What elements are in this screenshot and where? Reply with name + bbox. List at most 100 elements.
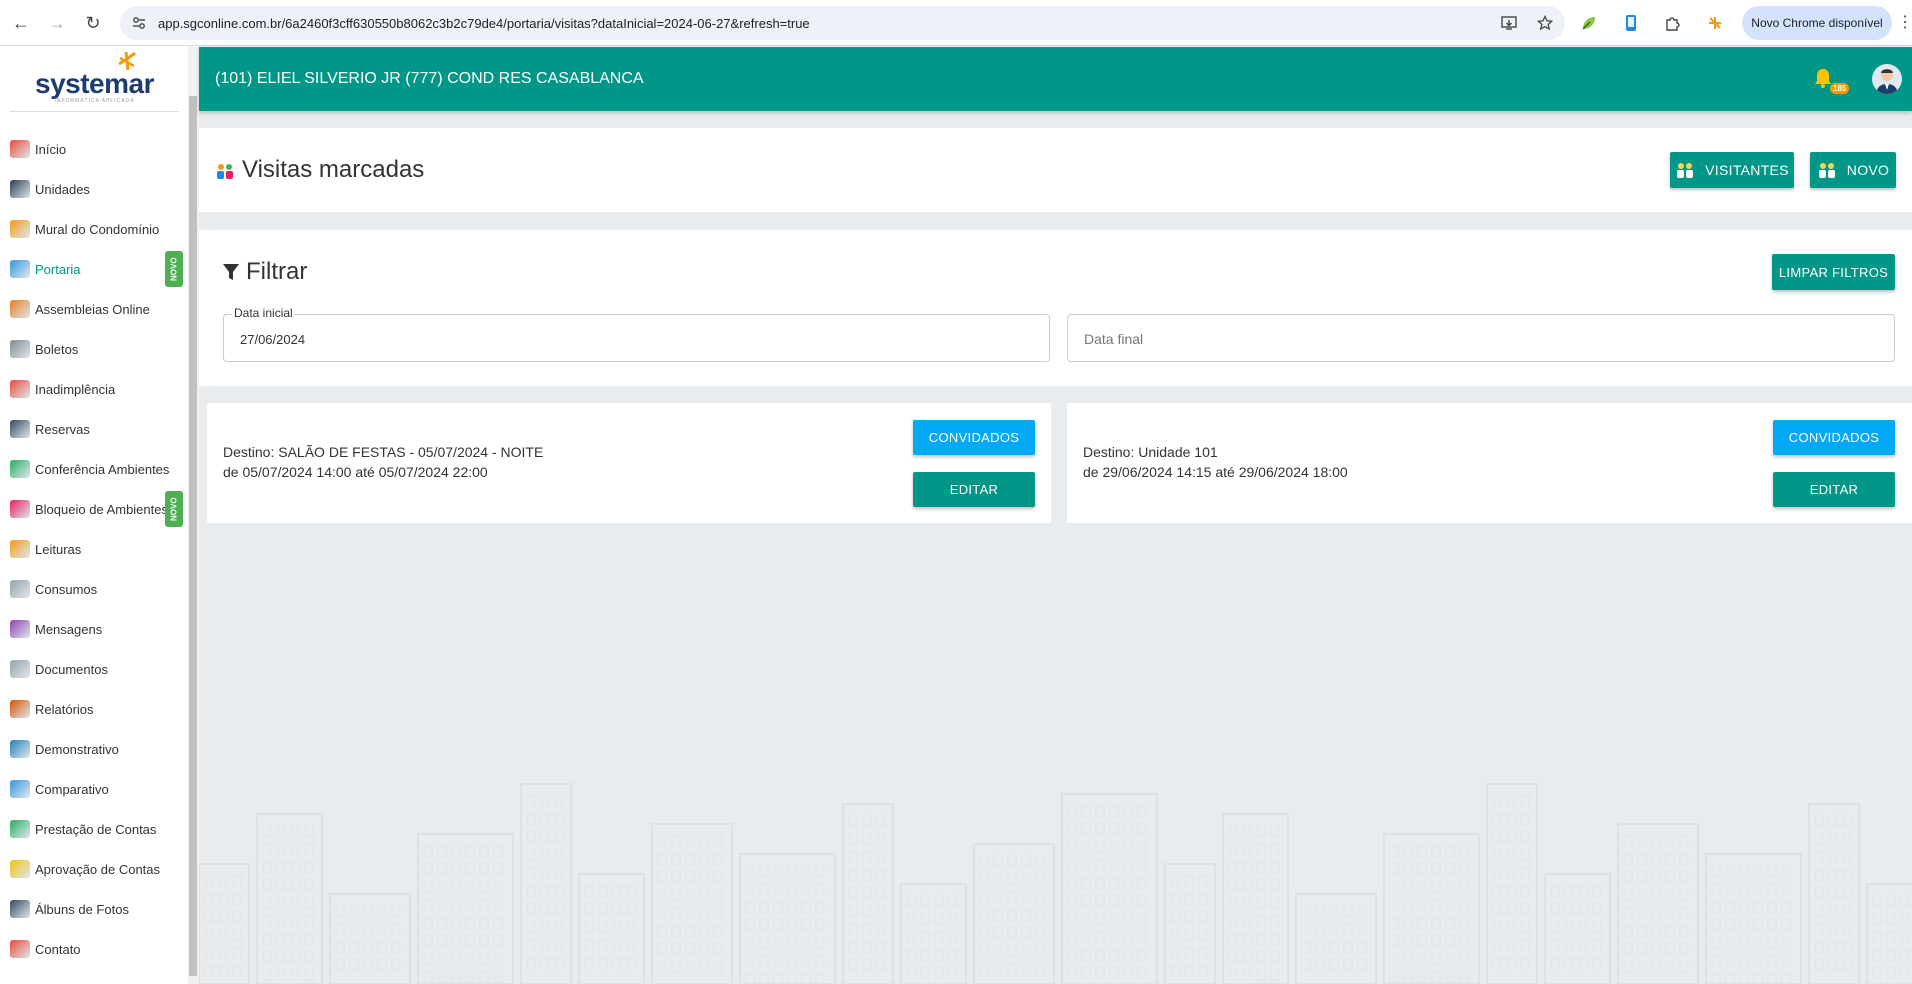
skyline-window (526, 795, 536, 807)
systemar-extension-icon[interactable] (1706, 14, 1724, 32)
skyline-window (1739, 901, 1749, 913)
skyline-window (598, 921, 608, 933)
extension-phone-icon[interactable] (1622, 14, 1640, 32)
skyline-window (1315, 959, 1325, 971)
sidebar-item[interactable]: Mensagens (0, 609, 199, 649)
sidebar-scrollbar-thumb[interactable] (189, 96, 197, 976)
skyline-window (479, 899, 489, 911)
skyline-window (1109, 967, 1119, 979)
sidebar-item[interactable]: Documentos (0, 649, 199, 689)
data-final-field[interactable]: Data final (1067, 314, 1895, 362)
novo-button[interactable]: NOVO (1810, 152, 1896, 188)
sidebar-item[interactable]: Boletos (0, 329, 199, 369)
extensions-puzzle-icon[interactable] (1664, 14, 1682, 32)
install-app-icon[interactable] (1501, 15, 1517, 31)
skyline-window (1900, 931, 1910, 943)
logo[interactable]: systemar INFORMÁTICA APLICADA (10, 46, 179, 112)
sidebar-item[interactable]: Contato (0, 929, 199, 969)
skyline-window (1900, 895, 1910, 907)
limpar-filtros-button[interactable]: LIMPAR FILTROS (1772, 254, 1895, 290)
sidebar-item[interactable]: Assembleias Online (0, 289, 199, 329)
reload-icon[interactable]: ↻ (76, 6, 110, 40)
skyline-window (1007, 963, 1017, 975)
sidebar-item[interactable]: Leituras (0, 529, 199, 569)
skyline-window (876, 905, 886, 917)
skyline-window (526, 885, 536, 897)
skyline-window (554, 903, 564, 915)
skyline-window (1270, 843, 1280, 855)
skyline-window (554, 813, 564, 825)
skyline-window (1492, 957, 1502, 969)
sidebar-item[interactable]: Aprovação de Contas (0, 849, 199, 889)
skyline-window (1842, 833, 1852, 845)
skyline-window (1403, 845, 1413, 857)
sidebar-item[interactable]: Relatórios (0, 689, 199, 729)
skyline-window (1651, 889, 1661, 901)
skyline-window (304, 861, 314, 873)
skyline-window (1242, 843, 1252, 855)
skyline-window (1315, 905, 1325, 917)
skyline-window (1492, 795, 1502, 807)
visitantes-button[interactable]: VISITANTES (1670, 152, 1794, 188)
sidebar-item[interactable]: Prestação de Contas (0, 809, 199, 849)
user-avatar-icon (1876, 69, 1898, 94)
sidebar-item[interactable]: Reservas (0, 409, 199, 449)
skyline-window (1095, 841, 1105, 853)
sidebar-item[interactable]: Inadimplência (0, 369, 199, 409)
skyline-window (1081, 877, 1091, 889)
data-final-placeholder[interactable]: Data final (1084, 331, 1143, 347)
skyline-window (1228, 879, 1238, 891)
skyline-window (1357, 941, 1367, 953)
skyline-window (1242, 897, 1252, 909)
sidebar-item[interactable]: Portaria NOVO (0, 249, 199, 289)
skyline-window (1198, 875, 1208, 887)
skyline-window (1739, 883, 1749, 895)
skyline-window (1842, 941, 1852, 953)
sidebar-item[interactable]: Comparativo (0, 769, 199, 809)
user-avatar[interactable] (1872, 64, 1902, 94)
skyline-window (815, 973, 825, 984)
sidebar-item[interactable]: Unidades (0, 169, 199, 209)
back-icon[interactable]: ← (4, 6, 38, 40)
skyline-window (526, 921, 536, 933)
skyline-window (862, 887, 872, 899)
skyline-window (685, 889, 695, 901)
skyline-window (1739, 919, 1749, 931)
skyline-window (1256, 951, 1266, 963)
skyline-window (1357, 905, 1367, 917)
site-info-icon[interactable] (132, 16, 146, 30)
sidebar-item[interactable]: Bloqueio de Ambientes NOVO (0, 489, 199, 529)
extension-leaf-icon[interactable] (1580, 14, 1598, 32)
skyline-window (232, 875, 242, 887)
skyline-window (1021, 873, 1031, 885)
address-bar[interactable]: app.sgconline.com.br/6a2460f3cff630550b8… (120, 6, 1565, 40)
sidebar-item[interactable]: Início (0, 129, 199, 169)
skyline-window (993, 873, 1003, 885)
convidados-button[interactable]: CONVIDADOS (913, 420, 1035, 455)
forward-icon[interactable]: → (40, 6, 74, 40)
sidebar-item[interactable]: Consumos (0, 569, 199, 609)
editar-button[interactable]: EDITAR (1773, 472, 1895, 507)
skyline-window (1679, 925, 1689, 937)
skyline-window (1184, 947, 1194, 959)
sidebar-item[interactable]: Conferência Ambientes (0, 449, 199, 489)
skyline-window (1886, 895, 1896, 907)
convidados-button[interactable]: CONVIDADOS (1773, 420, 1895, 455)
skyline-window (290, 879, 300, 891)
editar-button[interactable]: EDITAR (913, 472, 1035, 507)
skyline-window (1767, 937, 1777, 949)
chrome-update-button[interactable]: Novo Chrome disponível (1742, 6, 1892, 40)
sidebar-item[interactable]: Demonstrativo (0, 729, 199, 769)
chrome-menu-icon[interactable]: ⋮ (1897, 12, 1912, 32)
skyline-window (1270, 951, 1280, 963)
sidebar-item[interactable]: Álbuns de Fotos (0, 889, 199, 929)
skyline-window (1814, 887, 1824, 899)
skyline-window (1184, 965, 1194, 977)
url-text[interactable]: app.sgconline.com.br/6a2460f3cff630550b8… (158, 16, 810, 31)
data-inicial-field[interactable]: Data inicial 27/06/2024 (223, 306, 1050, 362)
sidebar-item[interactable]: Mural do Condomínio (0, 209, 199, 249)
skyline-window (1665, 871, 1675, 883)
bookmark-star-icon[interactable] (1537, 15, 1553, 31)
data-inicial-value[interactable]: 27/06/2024 (240, 332, 305, 347)
visitantes-button-label: VISITANTES (1705, 162, 1789, 178)
